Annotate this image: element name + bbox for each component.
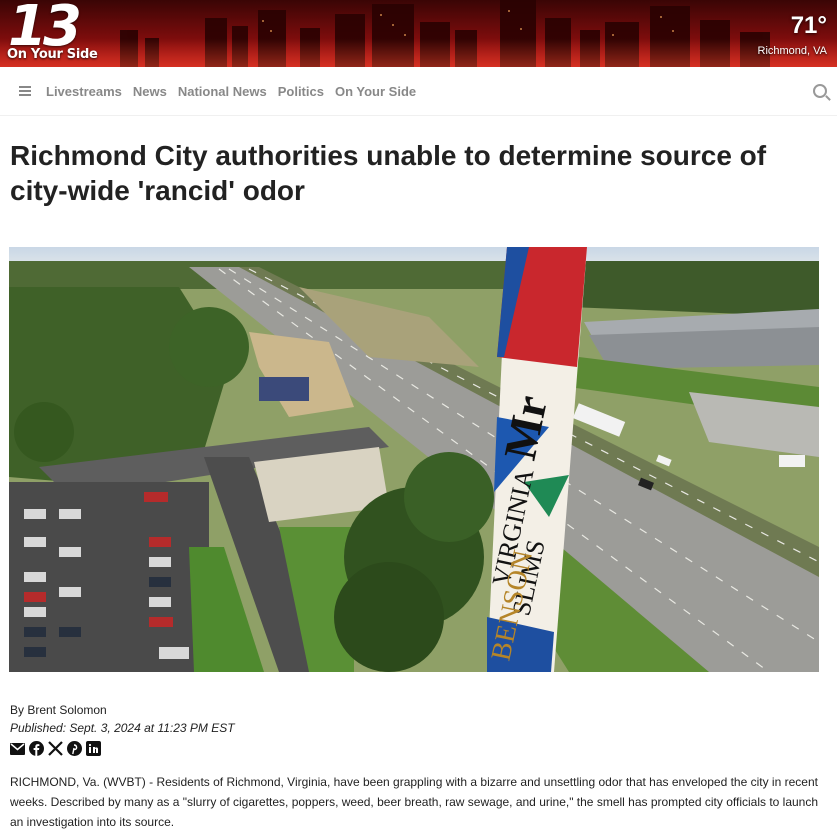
nav-item-news[interactable]: News [133, 84, 167, 99]
facebook-icon[interactable] [29, 741, 44, 756]
nav-item-on-your-side[interactable]: On Your Side [335, 84, 416, 99]
nav-item-politics[interactable]: Politics [278, 84, 324, 99]
article-hero-image[interactable]: Mr VIRGINIA SLIMS BENSON [9, 247, 819, 672]
weather-temperature[interactable]: 71° [791, 12, 827, 40]
main-navigation: Livestreams News National News Politics … [0, 67, 837, 116]
nav-item-livestreams[interactable]: Livestreams [46, 84, 122, 99]
article-published-date: Published: Sept. 3, 2024 at 11:23 PM EST [10, 721, 235, 735]
article-body-paragraph: RICHMOND, Va. (WVBT) - Residents of Rich… [10, 775, 819, 829]
share-toolbar [10, 741, 101, 756]
article-byline: By Brent Solomon [10, 703, 107, 717]
station-logo-tagline[interactable]: On Your Side [7, 47, 98, 62]
search-icon[interactable] [813, 84, 827, 98]
hamburger-menu-icon[interactable] [19, 84, 31, 98]
linkedin-icon[interactable] [86, 741, 101, 756]
pinterest-icon[interactable] [67, 741, 82, 756]
nav-item-national-news[interactable]: National News [178, 84, 267, 99]
site-header-banner: 13 On Your Side 71° Richmond, VA [0, 0, 837, 67]
email-icon[interactable] [10, 741, 25, 756]
weather-location[interactable]: Richmond, VA [758, 45, 828, 57]
article-headline: Richmond City authorities unable to dete… [10, 140, 767, 206]
x-icon[interactable] [48, 741, 63, 756]
